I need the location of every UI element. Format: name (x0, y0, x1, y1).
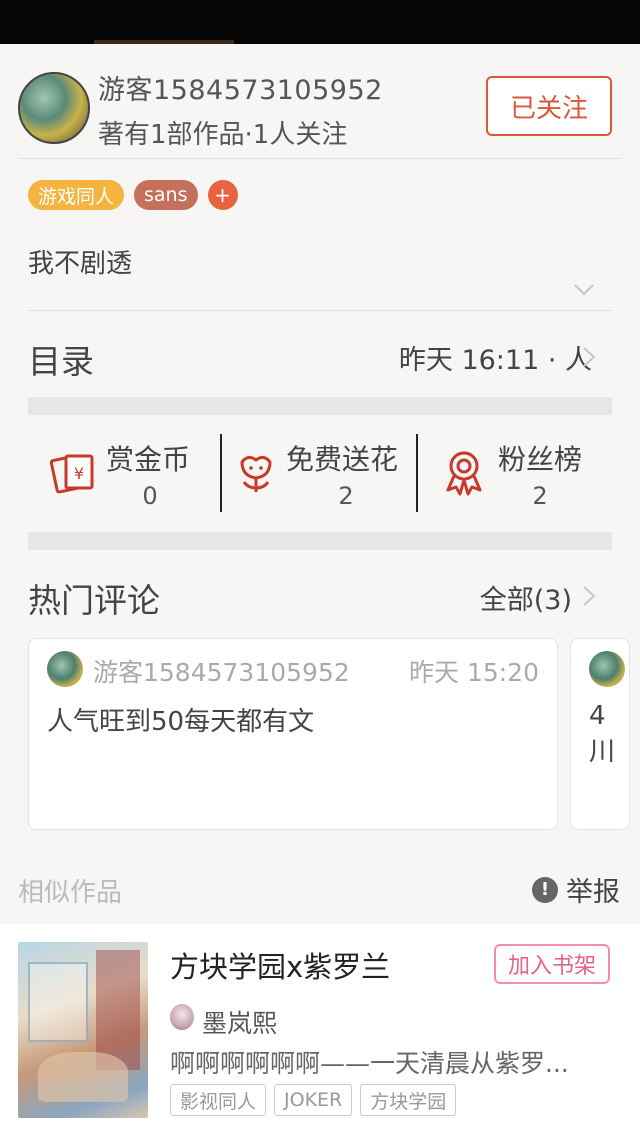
toc-title[interactable]: 目录 (28, 335, 94, 383)
similar-book-item[interactable]: 方块学园x紫罗兰 加入书架 墨岚熙 啊啊啊啊啊啊——一天清晨从紫罗... 影视同… (0, 924, 640, 1138)
chevron-right-icon[interactable] (582, 585, 596, 607)
comment-time: 昨天 15:20 (409, 658, 539, 687)
medal-icon (446, 451, 482, 496)
all-comments-link[interactable]: 全部(3) (480, 578, 572, 617)
stat-label: 粉丝榜 (498, 443, 583, 476)
author-name[interactable]: 游客1584573105952 (98, 68, 383, 107)
author-header: 游客1584573105952 著有1部作品·1人关注 已关注 (18, 68, 622, 158)
chevron-down-icon[interactable] (574, 284, 594, 296)
chevron-right-icon[interactable] (582, 346, 596, 368)
author-avatar[interactable] (18, 72, 90, 144)
red-envelope-icon: ¥ (50, 454, 94, 494)
section-separator (28, 532, 612, 550)
book-description: 啊啊啊啊啊啊——一天清晨从紫罗... (170, 1049, 569, 1078)
tag-sans[interactable]: sans (134, 180, 198, 210)
book-author[interactable]: 墨岚熙 (202, 1004, 277, 1040)
add-to-shelf-button[interactable]: 加入书架 (494, 944, 610, 984)
author-avatar (170, 1004, 194, 1030)
stat-fan-ranking[interactable]: 粉丝榜 2 (420, 432, 612, 514)
comment-card[interactable]: 游客1584573105952 昨天 15:20 人气旺到50每天都有文 (28, 638, 558, 830)
flower-icon (240, 455, 272, 492)
report-label: 举报 (566, 877, 620, 908)
book-tag-list: 影视同人 JOKER 方块学园 (170, 1084, 457, 1116)
tag-list: 游戏同人 sans + (28, 180, 238, 210)
comment-text: 4川 (589, 701, 616, 767)
toc-update-info[interactable]: 昨天 16:11 · 人 (399, 338, 592, 377)
similar-works-label: 相似作品 (18, 878, 123, 908)
divider (18, 158, 622, 159)
stat-flowers[interactable]: 免费送花 2 (224, 432, 414, 514)
comment-text: 人气旺到50每天都有文 (47, 707, 315, 737)
add-tag-button[interactable]: + (207, 180, 238, 210)
book-title[interactable]: 方块学园x紫罗兰 (170, 944, 390, 986)
commenter-name[interactable]: 游客1584573105952 (93, 653, 350, 689)
comment-card[interactable]: 4川 (570, 638, 630, 830)
book-tag[interactable]: 影视同人 (170, 1084, 267, 1116)
stats-panel: ¥ 赏金币 0 免费送花 2 粉丝榜 2 (28, 432, 612, 514)
section-separator (28, 397, 612, 415)
stat-label: 免费送花 (286, 443, 399, 476)
commenter-avatar[interactable] (47, 651, 83, 687)
svg-text:¥: ¥ (74, 464, 84, 483)
status-bar-strip (94, 40, 234, 44)
status-bar (0, 0, 640, 44)
stat-value: 2 (338, 482, 354, 510)
stat-value: 0 (142, 482, 158, 510)
divider (28, 310, 612, 311)
exclamation-icon: ! (532, 876, 558, 903)
book-tag[interactable]: 方块学园 (360, 1084, 457, 1116)
stat-label: 赏金币 (106, 443, 191, 476)
report-button[interactable]: ! 举报 (532, 870, 620, 909)
follow-button[interactable]: 已关注 (486, 76, 612, 136)
stat-coins[interactable]: ¥ 赏金币 0 (28, 432, 218, 514)
author-meta: 著有1部作品·1人关注 (98, 120, 348, 150)
work-intro: 我不剧透 (28, 249, 133, 279)
stat-value: 2 (532, 482, 548, 510)
tag-game-fan[interactable]: 游戏同人 (28, 180, 125, 210)
book-tag[interactable]: JOKER (274, 1084, 353, 1116)
commenter-avatar[interactable] (589, 651, 625, 687)
divider (416, 434, 418, 512)
hot-comments-title: 热门评论 (28, 581, 160, 620)
book-cover-image[interactable] (18, 942, 148, 1118)
divider (220, 434, 222, 512)
